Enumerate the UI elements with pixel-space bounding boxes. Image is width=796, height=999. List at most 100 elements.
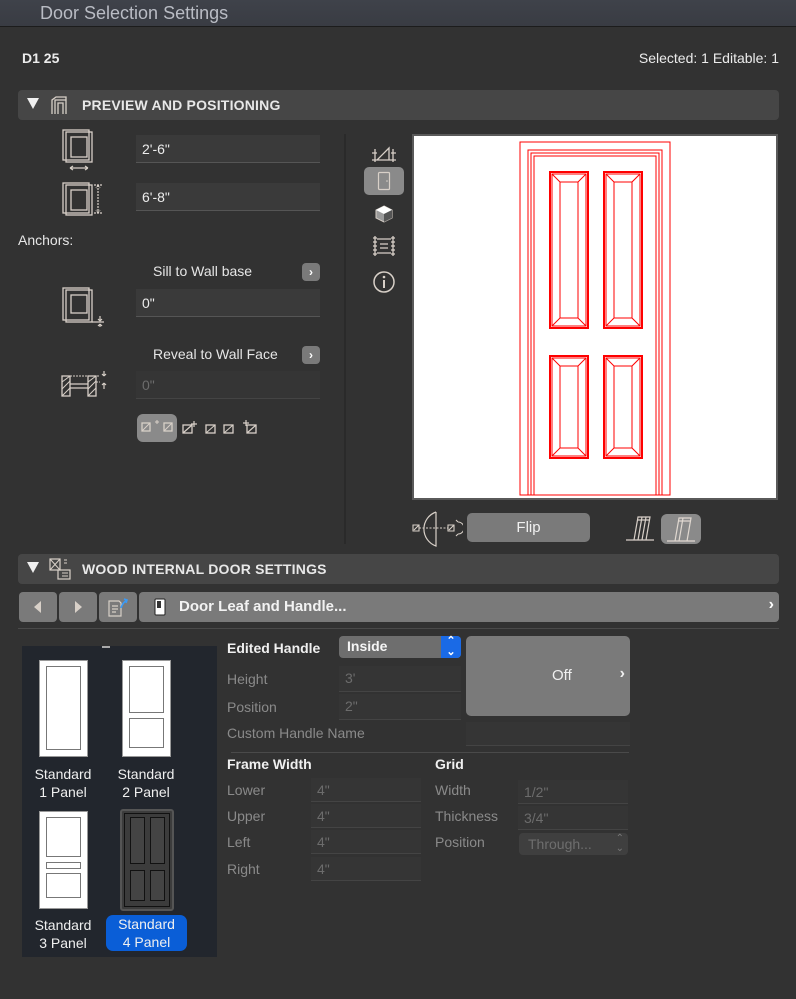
flip-button[interactable]: Flip [467,513,590,542]
reveal-depth-icon [61,371,107,397]
panel-bevel-line [631,317,641,327]
thumb-label-selected[interactable]: Standard 4 Panel [106,915,187,951]
panel-bevel-line [605,173,615,183]
floor-plan-icon [372,146,396,162]
edited-handle-value: Inside [347,638,388,654]
panel-bevel-line [577,357,587,367]
door-preview [412,134,778,500]
panel-bevel-line [577,447,587,457]
frame-lower-label: Lower [227,782,266,798]
title-bar: Door Selection Settings [0,0,796,27]
edited-handle-select[interactable]: Inside ⌃ ⌄ [339,636,461,658]
panel-bevel-line [551,317,561,327]
section-title: PREVIEW AND POSITIONING [82,97,281,113]
door-panel-inner [605,357,641,457]
sill-anchor-button[interactable]: › [302,263,320,281]
handle-height-label: Height [227,671,268,687]
grid-title: Grid [435,756,464,772]
handle-position-input[interactable]: 2" [339,694,461,720]
sill-input[interactable]: 0" [136,289,320,317]
door-panel-raised [559,365,579,449]
wall-outside-icon[interactable] [624,514,656,542]
collapse-triangle-icon[interactable] [27,98,39,109]
anchor-outside-icon[interactable] [182,420,198,436]
divider [18,628,779,629]
wall-inside-button[interactable] [661,514,701,544]
grid-width-input[interactable]: 1/2" [518,780,628,804]
panel-bevel-line [551,357,561,367]
panel-bevel-line [605,357,615,367]
door-style-gallery[interactable]: Standard 1 Panel Standard 2 Panel Standard… [22,646,217,957]
anchor-center-button[interactable] [137,414,177,442]
door-panel-inner [551,173,587,327]
door-panel-inner [605,173,641,327]
updown-chevron-icon: ⌃ ⌄ [441,636,461,658]
grid-position-value: Through... [528,836,592,852]
door-panel [603,171,643,329]
collapse-triangle-icon[interactable] [27,562,39,573]
frame-upper-input[interactable]: 4" [311,804,421,828]
thumb-2-panel[interactable] [122,660,171,757]
reveal-input[interactable]: 0" [136,371,320,399]
section-view-button[interactable] [364,232,404,260]
panel-bevel-line [631,357,641,367]
panel-bevel-line [605,317,615,327]
height-input[interactable]: 6'-8" [136,183,320,211]
grid-thickness-label: Thickness [435,808,499,824]
floor-plan-view-button[interactable] [364,140,404,168]
door-panel [549,355,589,459]
sill-height-icon [62,287,104,327]
door-panel [603,355,643,459]
grid-thickness-input[interactable]: 3/4" [518,806,628,830]
anchor-center-icon [141,420,173,432]
thumb-1-panel[interactable] [39,660,88,757]
thumb-4-panel[interactable] [120,809,174,911]
section-icon [373,236,395,256]
handle-preview-button[interactable]: Off › [466,636,630,716]
grid-position-select[interactable]: Through... ⌃ ⌄ [519,833,628,855]
thumb-3-panel[interactable] [39,811,88,909]
handle-preview-label: Off [552,667,572,684]
frame-right-input[interactable]: 4" [311,857,421,881]
export-list-icon [108,598,129,617]
frame-lower-input[interactable]: 4" [311,778,421,802]
section-title: WOOD INTERNAL DOOR SETTINGS [82,561,327,577]
settings-section-header[interactable]: WOOD INTERNAL DOOR SETTINGS [18,554,779,584]
chevron-right-icon: › [768,596,774,613]
thumb-label[interactable]: Standard 1 Panel [26,765,100,801]
elevation-view-button[interactable] [364,167,404,195]
info-icon [373,271,395,293]
elevation-icon [377,171,391,191]
arrow-left-icon [34,601,41,613]
anchor-left-icon[interactable] [204,420,218,436]
anchor-right-icon[interactable] [222,420,236,436]
panel-bevel-line [605,447,615,457]
selection-status: Selected: 1 Editable: 1 [638,50,779,66]
info-button[interactable] [364,268,404,296]
reveal-anchor-button[interactable]: › [302,346,320,364]
vertical-divider [344,134,346,544]
width-input[interactable]: 2'-6" [136,135,320,163]
door-panel-raised [613,365,633,449]
previous-page-button[interactable] [19,592,57,622]
frame-upper-label: Upper [227,808,266,824]
custom-handle-input[interactable] [466,722,630,746]
handle-height-input[interactable]: 3' [339,666,461,692]
door-settings-icon [49,558,71,580]
preview-section-header[interactable]: PREVIEW AND POSITIONING [18,90,779,120]
3d-view-button[interactable] [364,200,404,228]
opening-side-icon[interactable] [411,510,463,548]
page-list-button[interactable] [99,592,137,622]
page-selector-label: Door Leaf and Handle... [179,598,347,615]
height-dimension-icon [62,182,102,216]
page-selector-dropdown[interactable]: Door Leaf and Handle... › [139,592,779,622]
anchor-inside-icon[interactable] [242,419,258,436]
next-page-button[interactable] [59,592,97,622]
edited-handle-label: Edited Handle [227,640,321,656]
frame-left-input[interactable]: 4" [311,830,421,854]
panel-bevel-line [551,173,561,183]
door-frame-icon [51,96,67,114]
thumb-label[interactable]: Standard 2 Panel [109,765,183,801]
thumb-label[interactable]: Standard 3 Panel [26,916,100,952]
element-id: D1 25 [22,50,60,66]
